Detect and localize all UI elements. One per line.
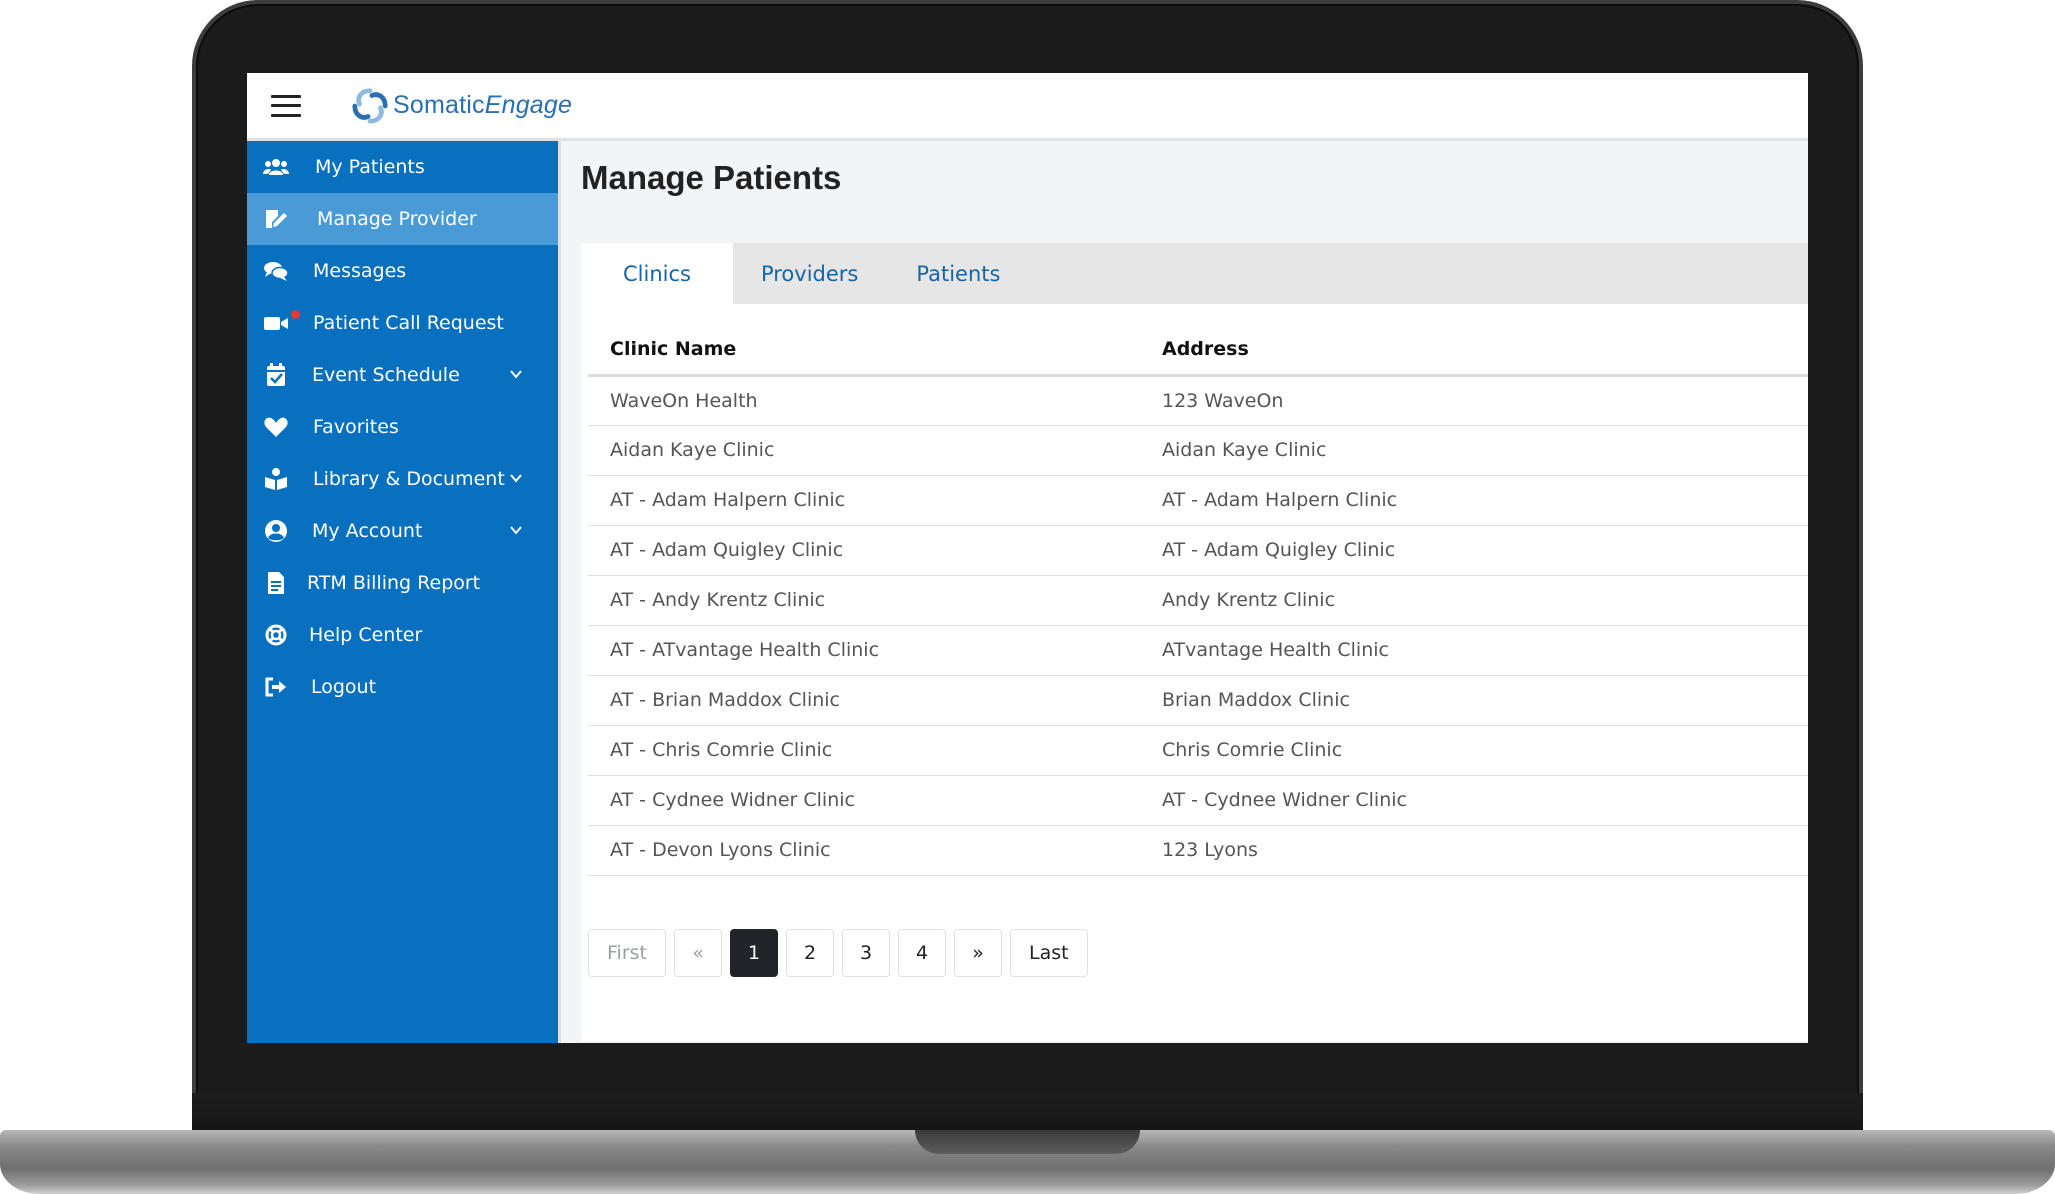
pagination-last-button[interactable]: Last (1010, 929, 1088, 977)
table-row[interactable]: AT - Chris Comrie Clinic Chris Comrie Cli… (588, 725, 1808, 776)
address-cell: ATvantage Health Clinic (1162, 625, 1808, 676)
pagination-page-3[interactable]: 3 (842, 929, 890, 977)
pagination: First « 1 2 3 4 » Last (588, 929, 1096, 977)
address-cell: AT - Cydnee Widner Clinic (1162, 775, 1808, 826)
table-row[interactable]: AT - ATvantage Health Clinic ATvantage He… (588, 625, 1808, 676)
table-row[interactable]: AT - Devon Lyons Clinic 123 Lyons (588, 825, 1808, 876)
hamburger-menu-icon[interactable] (271, 94, 301, 117)
main-content: Manage Patients Clinics Providers Patien… (558, 141, 1808, 1043)
address-cell: 123 Lyons (1162, 825, 1808, 876)
tab-patients[interactable]: Patients (888, 243, 1030, 304)
tab-clinics[interactable]: Clinics (581, 243, 733, 304)
chevron-down-icon[interactable] (509, 523, 523, 537)
laptop-notch (915, 1130, 1140, 1154)
clinic-name-cell: AT - ATvantage Health Clinic (588, 625, 1162, 676)
clinic-name-cell: AT - Brian Maddox Clinic (588, 675, 1162, 726)
address-cell: Andy Krentz Clinic (1162, 575, 1808, 626)
address-cell: Aidan Kaye Clinic (1162, 425, 1808, 476)
address-cell: Chris Comrie Clinic (1162, 725, 1808, 776)
page-title: Manage Patients (581, 159, 842, 196)
pagination-next-button[interactable]: » (954, 929, 1002, 977)
pagination-page-1[interactable]: 1 (730, 929, 778, 977)
pagination-page-4[interactable]: 4 (898, 929, 946, 977)
sidebar-item-my-account[interactable]: My Account (247, 505, 558, 557)
table-row[interactable]: WaveOn Health 123 WaveOn (588, 375, 1808, 426)
clinics-table: Clinic Name Address WaveOn Health 123 Wav… (588, 324, 1808, 876)
address-cell: Brian Maddox Clinic (1162, 675, 1808, 726)
tab-providers[interactable]: Providers (733, 243, 888, 304)
address-cell: 123 WaveOn (1162, 375, 1808, 426)
brand-swirl-icon (352, 87, 388, 124)
column-header-address[interactable]: Address (1162, 324, 1808, 377)
heart-icon (263, 415, 289, 439)
table-row[interactable]: AT - Andy Krentz Clinic Andy Krentz Clini… (588, 575, 1808, 626)
users-icon (263, 155, 289, 179)
table-row[interactable]: AT - Adam Halpern Clinic AT - Adam Halper… (588, 475, 1808, 526)
life-ring-icon (263, 623, 289, 647)
address-cell: AT - Adam Quigley Clinic (1162, 525, 1808, 576)
sidebar: My Patients Manage Provider Messages Pat… (247, 141, 558, 1043)
column-header-clinic-name[interactable]: Clinic Name (588, 324, 1162, 377)
user-circle-icon (263, 519, 289, 543)
edit-document-icon (263, 207, 289, 231)
clinic-name-cell: WaveOn Health (588, 375, 1162, 426)
clinic-name-cell: Aidan Kaye Clinic (588, 425, 1162, 476)
sidebar-item-library-document[interactable]: Library & Document (247, 453, 558, 505)
table-row[interactable]: AT - Cydnee Widner Clinic AT - Cydnee Wid… (588, 775, 1808, 826)
sign-out-icon (263, 675, 289, 699)
brand-logo[interactable]: SomaticEngage (351, 87, 572, 125)
clinics-panel: Clinic Name Address WaveOn Health 123 Wav… (581, 304, 1808, 1041)
top-bar: SomaticEngage (247, 73, 1808, 141)
brand-name: SomaticEngage (393, 91, 573, 119)
chevron-down-icon[interactable] (509, 367, 523, 381)
clinic-name-cell: AT - Cydnee Widner Clinic (588, 775, 1162, 826)
notification-dot (291, 310, 300, 319)
table-row[interactable]: AT - Brian Maddox Clinic Brian Maddox Cli… (588, 675, 1808, 726)
clinic-name-cell: AT - Adam Quigley Clinic (588, 525, 1162, 576)
app-screen: SomaticEngage My Patients Manage Provide… (247, 73, 1808, 1043)
sidebar-item-logout[interactable]: Logout (247, 661, 558, 713)
clinic-name-cell: AT - Adam Halpern Clinic (588, 475, 1162, 526)
table-row[interactable]: Aidan Kaye Clinic Aidan Kaye Clinic (588, 425, 1808, 476)
video-camera-icon (263, 311, 289, 335)
pagination-prev-button[interactable]: « (674, 929, 722, 977)
sidebar-item-help-center[interactable]: Help Center (247, 609, 558, 661)
chat-bubbles-icon (263, 259, 289, 283)
sidebar-item-favorites[interactable]: Favorites (247, 401, 558, 453)
table-header-row: Clinic Name Address (588, 324, 1808, 377)
tab-bar: Clinics Providers Patients (581, 243, 1808, 304)
table-row[interactable]: AT - Adam Quigley Clinic AT - Adam Quigle… (588, 525, 1808, 576)
sidebar-item-patient-call-request[interactable]: Patient Call Request (247, 297, 558, 349)
sidebar-item-rtm-billing-report[interactable]: RTM Billing Report (247, 557, 558, 609)
sidebar-item-manage-provider[interactable]: Manage Provider (247, 193, 558, 245)
pagination-first-button[interactable]: First (588, 929, 666, 977)
sidebar-item-event-schedule[interactable]: Event Schedule (247, 349, 558, 401)
reader-icon (263, 467, 289, 491)
clinic-name-cell: AT - Andy Krentz Clinic (588, 575, 1162, 626)
calendar-check-icon (263, 363, 289, 387)
pagination-page-2[interactable]: 2 (786, 929, 834, 977)
clinic-name-cell: AT - Chris Comrie Clinic (588, 725, 1162, 776)
sidebar-item-my-patients[interactable]: My Patients (247, 141, 558, 193)
sidebar-item-messages[interactable]: Messages (247, 245, 558, 297)
file-report-icon (263, 571, 289, 595)
address-cell: AT - Adam Halpern Clinic (1162, 475, 1808, 526)
clinic-name-cell: AT - Devon Lyons Clinic (588, 825, 1162, 876)
chevron-down-icon[interactable] (509, 471, 523, 485)
